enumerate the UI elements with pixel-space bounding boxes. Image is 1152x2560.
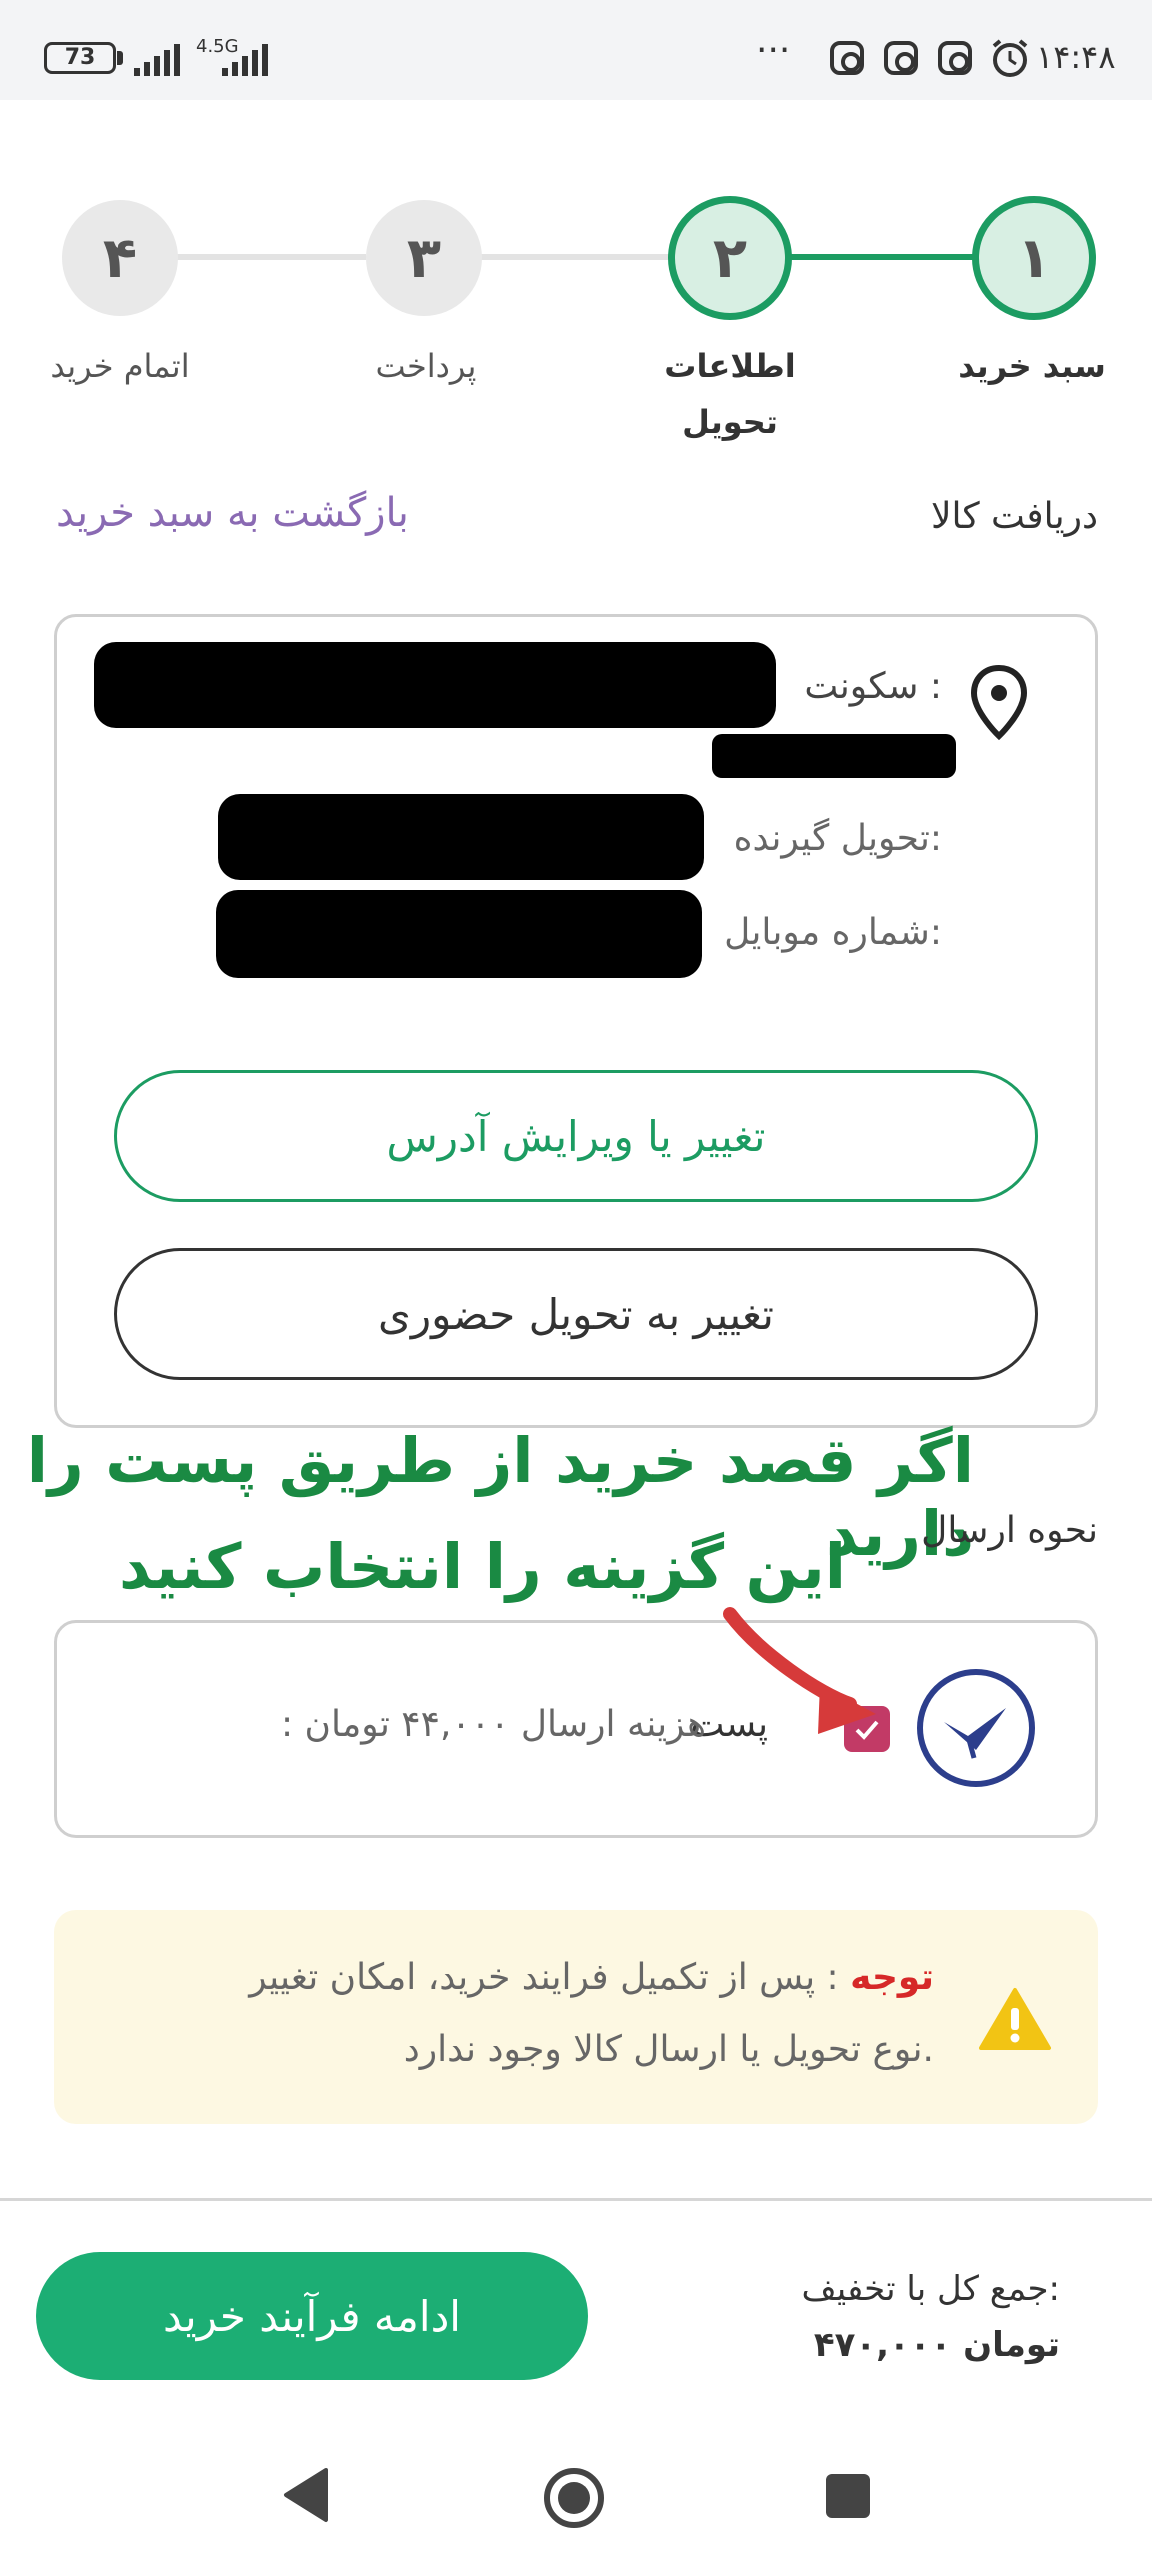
post-logo-icon — [917, 1669, 1035, 1787]
annotation-arrow-icon — [723, 1607, 876, 1734]
step-1-circle: ۱ — [972, 196, 1096, 320]
total-value: ۴۷۰,۰۰۰ تومان — [813, 2325, 1060, 2365]
back-to-cart-link[interactable]: بازگشت به سبد خرید — [56, 490, 409, 536]
post-option-cost: : هزینه ارسال ۴۴,۰۰۰ تومان — [280, 1704, 706, 1745]
redacted-mobile — [216, 890, 702, 978]
notice-label: توجه — [850, 1957, 934, 1998]
step-4-circle: ۴ — [62, 200, 178, 316]
step-2-label-line1: اطلاعات — [664, 347, 796, 385]
more-dots: ··· — [756, 30, 791, 71]
step-connector — [176, 254, 366, 260]
signal-icon — [134, 42, 180, 76]
total-label: جمع کل با تخفیف: — [801, 2269, 1060, 2309]
step-2-label-line2: تحویل — [682, 403, 778, 441]
home-circle-icon[interactable] — [542, 2466, 606, 2530]
edit-address-button[interactable]: تغییر یا ویرایش آدرس — [114, 1070, 1038, 1202]
receiver-label: تحویل گیرنده: — [733, 818, 942, 859]
annotation-line-2: این گزینه را انتخاب کنید — [118, 1530, 846, 1603]
instagram-icon — [884, 41, 918, 75]
footer-divider — [0, 2198, 1152, 2201]
step-3-label: پرداخت — [375, 347, 477, 385]
battery-tip — [117, 51, 123, 65]
signal-icon-2 — [222, 42, 268, 76]
back-triangle-icon[interactable] — [280, 2466, 330, 2524]
mobile-label: شماره موبایل: — [724, 912, 942, 953]
residence-label: سکونت : — [804, 666, 942, 707]
redacted-address-2 — [712, 734, 956, 778]
step-connector — [480, 254, 670, 260]
step-2-circle: ۲ — [668, 196, 792, 320]
step-connector-active — [786, 254, 976, 260]
redacted-address — [94, 642, 776, 728]
battery-indicator: 73 — [44, 42, 116, 74]
in-person-delivery-button[interactable]: تغییر به تحویل حضوری — [114, 1248, 1038, 1380]
shipping-title: نحوه ارسال — [921, 1510, 1098, 1551]
status-time: ۱۴:۴۸ — [1036, 38, 1116, 76]
recents-square-icon[interactable] — [826, 2474, 870, 2518]
notice-line-2: نوع تحویل یا ارسال کالا وجود ندارد. — [403, 2029, 934, 2070]
instagram-icon — [830, 41, 864, 75]
step-3-circle: ۳ — [366, 200, 482, 316]
warning-icon — [979, 1988, 1051, 2050]
notice-text-1: : پس از تکمیل فرایند خرید، امکان تغییر — [249, 1957, 839, 1998]
instagram-icon — [938, 41, 972, 75]
step-1-label: سبد خرید — [958, 347, 1106, 385]
notice-line-1: توجه : پس از تکمیل فرایند خرید، امکان تغ… — [94, 1942, 934, 2014]
location-pin-icon — [970, 664, 1028, 741]
alarm-icon — [992, 39, 1028, 77]
step-4-label: اتمام خرید — [50, 347, 190, 385]
redacted-receiver — [218, 794, 704, 880]
receive-title: دریافت کالا — [930, 496, 1098, 537]
continue-purchase-button[interactable]: ادامه فرآیند خرید — [36, 2252, 588, 2380]
